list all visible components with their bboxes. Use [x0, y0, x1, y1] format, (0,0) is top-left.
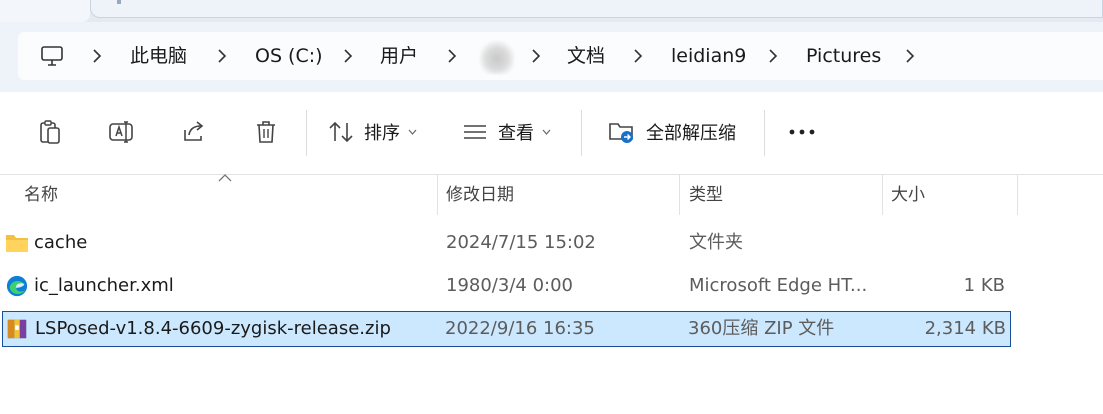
sort-button[interactable]: 排序	[328, 104, 428, 160]
chevron-down-icon	[542, 129, 551, 135]
file-date: 2022/9/16 16:35	[445, 318, 595, 339]
chevron-right-icon[interactable]	[447, 49, 457, 63]
share-button[interactable]	[174, 104, 214, 160]
address-bar[interactable]: 此电脑 OS (C:) 用户 文档 leidian9 Pictures	[18, 32, 1103, 80]
column-divider[interactable]	[882, 175, 883, 215]
file-date: 1980/3/4 0:00	[446, 275, 573, 296]
breadcrumb-os-drive[interactable]: OS (C:)	[255, 32, 323, 80]
column-header: 名称 修改日期 类型 大小	[0, 175, 1103, 215]
breadcrumb-username-redacted[interactable]	[480, 40, 514, 74]
breadcrumb-documents[interactable]: 文档	[567, 32, 605, 80]
column-size[interactable]: 大小	[891, 175, 925, 215]
chevron-right-icon[interactable]	[633, 49, 643, 63]
extract-icon	[609, 123, 633, 143]
zip-icon	[7, 319, 27, 339]
chevron-right-icon[interactable]	[531, 49, 541, 63]
toolbar-divider	[764, 110, 765, 156]
chevron-right-icon[interactable]	[768, 49, 778, 63]
clipboard-icon	[40, 120, 60, 144]
toolbar-divider	[306, 110, 307, 156]
file-name: LSPosed-v1.8.4-6609-zygisk-release.zip	[35, 318, 391, 339]
file-type: Microsoft Edge HT...	[689, 275, 868, 296]
sort-label: 排序	[364, 123, 400, 144]
view-label: 查看	[498, 123, 534, 144]
breadcrumb-this-pc[interactable]: 此电脑	[130, 32, 187, 80]
extract-all-label: 全部解压缩	[646, 123, 736, 144]
file-size: 2,314 KB	[924, 318, 1006, 339]
breadcrumb-users[interactable]: 用户	[380, 32, 418, 80]
tab-strip	[0, 0, 1103, 22]
computer-icon[interactable]	[40, 45, 64, 67]
file-type: 360压缩 ZIP 文件	[688, 318, 835, 339]
file-row[interactable]: ic_launcher.xml 1980/3/4 0:00 Microsoft …	[2, 268, 1011, 304]
column-divider[interactable]	[437, 175, 438, 215]
more-options-button[interactable]	[782, 104, 822, 160]
breadcrumb-pictures[interactable]: Pictures	[806, 32, 881, 80]
folder-icon	[6, 235, 28, 252]
edge-icon	[6, 275, 28, 297]
chevron-right-icon[interactable]	[217, 49, 227, 63]
file-row[interactable]: cache 2024/7/15 15:02 文件夹	[2, 225, 1011, 261]
chevron-right-icon[interactable]	[905, 49, 915, 63]
chevron-down-icon	[408, 129, 417, 135]
tab-bar-background	[90, 0, 1103, 18]
chevron-right-icon[interactable]	[343, 49, 353, 63]
command-bar: 排序 查看 全部解压缩	[0, 92, 1103, 175]
view-icon	[464, 125, 486, 139]
delete-button[interactable]	[246, 104, 286, 160]
column-name[interactable]: 名称	[24, 175, 58, 215]
file-name: cache	[34, 232, 88, 253]
more-icon	[789, 129, 815, 135]
column-divider[interactable]	[679, 175, 680, 215]
navigation-bar: 此电脑 OS (C:) 用户 文档 leidian9 Pictures	[0, 22, 1103, 92]
file-size: 1 KB	[963, 275, 1005, 296]
rename-icon	[109, 121, 133, 143]
sort-icon	[329, 121, 353, 143]
toolbar-divider	[581, 110, 582, 156]
breadcrumb-leidian9[interactable]: leidian9	[671, 32, 746, 80]
file-row-selected[interactable]: LSPosed-v1.8.4-6609-zygisk-release.zip 2…	[2, 311, 1011, 347]
share-icon	[184, 121, 204, 141]
column-type[interactable]: 类型	[689, 175, 723, 215]
file-type: 文件夹	[689, 232, 743, 253]
copy-button[interactable]	[30, 104, 70, 160]
extract-all-button[interactable]: 全部解压缩	[608, 104, 748, 160]
trash-icon	[257, 121, 275, 143]
view-button[interactable]: 查看	[462, 104, 562, 160]
chevron-right-icon[interactable]	[92, 49, 102, 63]
file-name: ic_launcher.xml	[34, 275, 174, 296]
tab-active[interactable]	[0, 0, 90, 22]
column-divider[interactable]	[1017, 175, 1018, 215]
column-date-modified[interactable]: 修改日期	[446, 175, 514, 215]
file-date: 2024/7/15 15:02	[446, 232, 596, 253]
rename-button[interactable]	[100, 104, 144, 160]
